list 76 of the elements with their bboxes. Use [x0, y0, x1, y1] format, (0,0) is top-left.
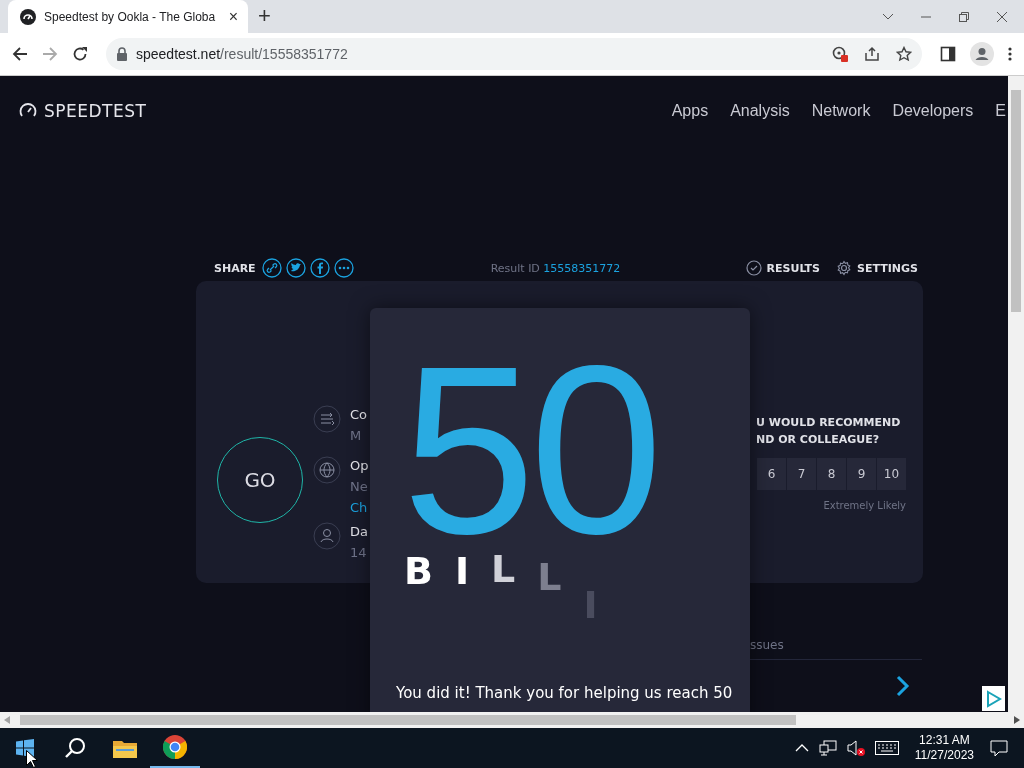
facebook-icon[interactable]: [309, 258, 330, 278]
notification-icon[interactable]: [990, 739, 1008, 757]
nav-link[interactable]: E: [995, 102, 1006, 120]
scroll-right-icon[interactable]: [1014, 716, 1020, 724]
restore-icon[interactable]: [958, 10, 970, 23]
settings-button[interactable]: SETTINGS: [836, 260, 918, 276]
globe-icon: [313, 455, 341, 484]
result-id-link[interactable]: 15558351772: [543, 261, 621, 275]
rating-question: U WOULD RECOMMEND: [755, 415, 901, 431]
info-link[interactable]: Ch: [350, 499, 369, 515]
keyboard-icon[interactable]: [874, 741, 899, 755]
new-tab-button[interactable]: +: [258, 3, 271, 29]
more-icon[interactable]: [333, 258, 354, 278]
results-button[interactable]: RESULTS: [745, 260, 821, 276]
speedometer-icon[interactable]: [20, 8, 36, 25]
check-circle-icon: [745, 260, 762, 276]
result-id: Result ID 15558351772: [490, 261, 621, 275]
rating-option[interactable]: 7: [787, 458, 816, 490]
nav-link[interactable]: Developers: [892, 102, 974, 120]
milestone-letter: B: [404, 552, 433, 590]
milestone-letter: L: [491, 550, 516, 588]
menu-icon[interactable]: [1008, 46, 1012, 62]
folder-icon: [113, 738, 137, 758]
link-icon[interactable]: [261, 258, 282, 278]
horizontal-scrollbar[interactable]: [0, 712, 1024, 728]
person-icon: [313, 522, 341, 551]
blocked-tracking-icon[interactable]: [832, 46, 848, 62]
chevron-down-icon[interactable]: [882, 12, 894, 21]
chevron-right-icon[interactable]: [896, 675, 910, 697]
rating-option[interactable]: 9: [847, 458, 876, 490]
milestone-message: You did it! Thank you for helping us reach 50: [396, 684, 733, 702]
lock-icon: [116, 47, 128, 61]
settings-icon: [836, 260, 853, 276]
rating-option[interactable]: 8: [817, 458, 846, 490]
close-icon[interactable]: [996, 10, 1008, 23]
info-title: Co: [350, 407, 368, 422]
chevron-up-icon[interactable]: [794, 743, 809, 753]
rating-option[interactable]: 6: [757, 458, 786, 490]
browser-tab[interactable]: Speedtest by Ookla - The Globa ×: [8, 0, 248, 33]
milestone-letter: I: [454, 552, 470, 590]
share-icon[interactable]: [864, 46, 880, 62]
tab-title: Speedtest by Ookla - The Globa: [44, 9, 217, 24]
cursor-icon: [26, 750, 38, 768]
rating-question: ND OR COLLEAGUE?: [755, 432, 880, 448]
info-text: M: [350, 428, 363, 443]
chrome-icon: [163, 735, 187, 759]
milestone-number: 50: [402, 360, 657, 540]
ad-badge[interactable]: [982, 686, 1005, 711]
search-icon: [64, 737, 86, 759]
nav-link[interactable]: Network: [811, 102, 871, 120]
address-bar[interactable]: speedtest.net/result/15558351772: [106, 38, 922, 70]
back-icon[interactable]: [12, 46, 28, 62]
nav-link[interactable]: Analysis: [730, 102, 790, 120]
info-title: Op: [350, 457, 369, 473]
milestone-letter: L: [537, 558, 562, 596]
url-text: speedtest.net/result/15558351772: [136, 46, 349, 62]
issues-text: ssues: [750, 638, 784, 652]
info-text: Ne: [350, 478, 369, 494]
logo-text[interactable]: SPEEDTEST: [44, 101, 147, 121]
profile-icon[interactable]: [970, 42, 994, 66]
info-text: 14: [350, 545, 368, 561]
scale-label: Extremely Likely: [823, 500, 906, 511]
bird-icon[interactable]: [285, 258, 306, 278]
reload-icon[interactable]: [72, 46, 88, 62]
clock[interactable]: 12:31 AM 11/27/2023: [908, 733, 980, 763]
vertical-scrollbar[interactable]: [1008, 76, 1024, 712]
network-icon[interactable]: [818, 740, 837, 756]
info-title: Da: [350, 524, 368, 540]
nav-link[interactable]: Apps: [671, 102, 709, 120]
star-icon[interactable]: [896, 46, 912, 62]
share-label: SHARE: [214, 261, 256, 275]
arrows-icon: [313, 405, 341, 433]
side-panel-icon[interactable]: [940, 46, 956, 62]
volume-muted-icon[interactable]: [846, 740, 865, 756]
tab-close-button[interactable]: ×: [228, 7, 238, 26]
rating-option[interactable]: 10: [877, 458, 906, 490]
